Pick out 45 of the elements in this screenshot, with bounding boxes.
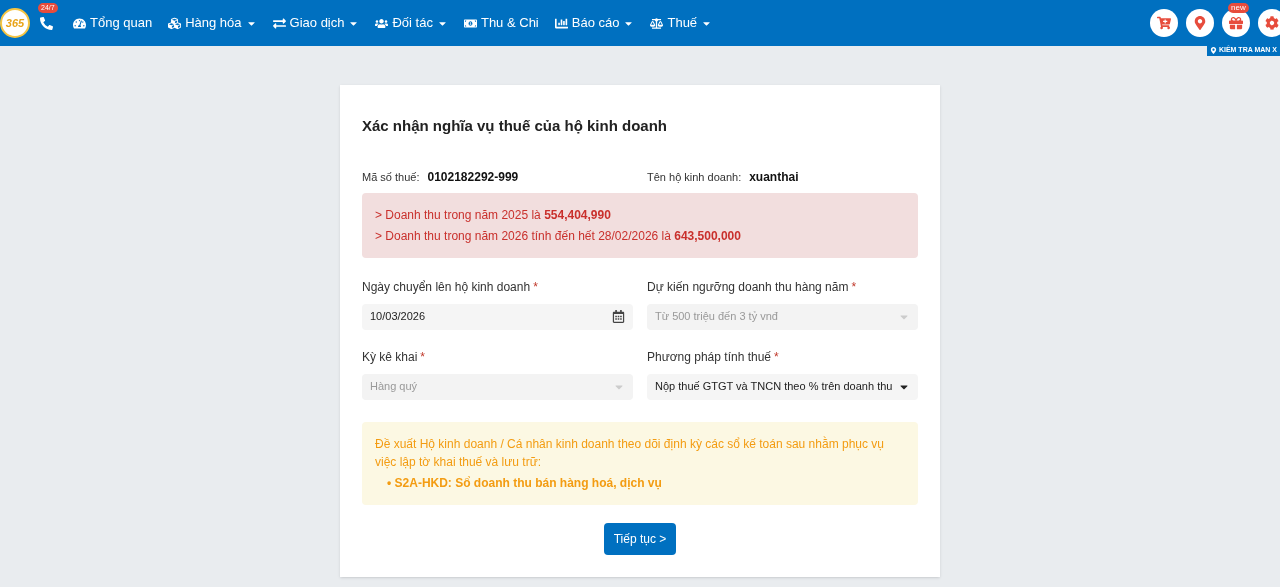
alert-line: > Doanh thu trong năm 2026 tính đến hết 28/02/2026 là 643,500,000 [375, 227, 742, 245]
cubes-icon [168, 16, 182, 30]
gift-icon [1229, 16, 1243, 30]
gauge-icon [73, 16, 86, 30]
date-field[interactable]: 10/03/2026 [362, 303, 633, 330]
field-label: Ngày chuyển lên hộ kinh doanh [362, 278, 531, 296]
arrows-icon [272, 16, 286, 30]
location-icon [1193, 16, 1207, 30]
users-icon [375, 16, 389, 30]
nav-menu-item[interactable]: Thu & Chi [455, 13, 547, 33]
bar-chart-icon [554, 16, 568, 30]
nav-menu-item[interactable]: Hàng hóa [160, 13, 265, 33]
info-label: Tên hộ kinh doanh: [647, 169, 742, 185]
calendar-icon[interactable] [612, 310, 625, 323]
nav-menu-item[interactable]: Tổng quan [65, 13, 161, 33]
nav-menu-item[interactable]: Đối tác [367, 13, 456, 33]
card-title: Xác nhận nghĩa vụ thuế của hộ kinh doanh [362, 116, 669, 136]
nav-menu-item[interactable]: Thuế [642, 13, 721, 33]
info-value: 0102182292-999 [427, 168, 519, 186]
field-label: Phương pháp tính thuế [647, 348, 771, 366]
select-field[interactable]: Nộp thuế GTGT và TNCN theo % trên doanh thu [647, 373, 918, 400]
field-label: Dự kiến ngưỡng doanh thu hàng năm [647, 278, 849, 296]
cart-icon [1157, 16, 1171, 30]
note-list-item: • S2A-HKD: Sổ doanh thu bán hàng hoá, dịch vụ [386, 474, 663, 492]
required-mark: * [774, 348, 779, 366]
alert-line: > Doanh thu trong năm 2025 là 554,404,990 [375, 206, 612, 224]
required-mark: * [420, 348, 426, 366]
location-icon [1209, 46, 1217, 54]
required-mark: * [851, 278, 857, 296]
info-label: Mã số thuế: [362, 169, 420, 185]
settings-button[interactable] [1258, 9, 1280, 37]
nav-menu-item[interactable]: Báo cáo [546, 13, 643, 33]
nav-menu-item[interactable]: Giao dịch [264, 13, 368, 33]
continue-button[interactable]: Tiếp tục > [603, 522, 677, 555]
location-button[interactable] [1186, 9, 1214, 37]
note-text: Đề xuất Hộ kinh doanh / Cá nhân kinh doanh theo dõi định kỳ các sổ kế toán sau nhằm phục vụ việc lập tờ khai thuế và lưu trữ: [375, 435, 885, 471]
required-mark: * [533, 278, 538, 296]
settings-icon [1265, 16, 1279, 30]
new-badge: new [1228, 3, 1249, 13]
info-value: xuanthai [749, 168, 799, 186]
field-label: Kỳ kê khai [362, 348, 418, 366]
phone-icon[interactable] [40, 16, 53, 30]
cart-button[interactable] [1150, 9, 1178, 37]
gift-button[interactable] [1222, 9, 1250, 37]
scale-icon [650, 16, 664, 30]
